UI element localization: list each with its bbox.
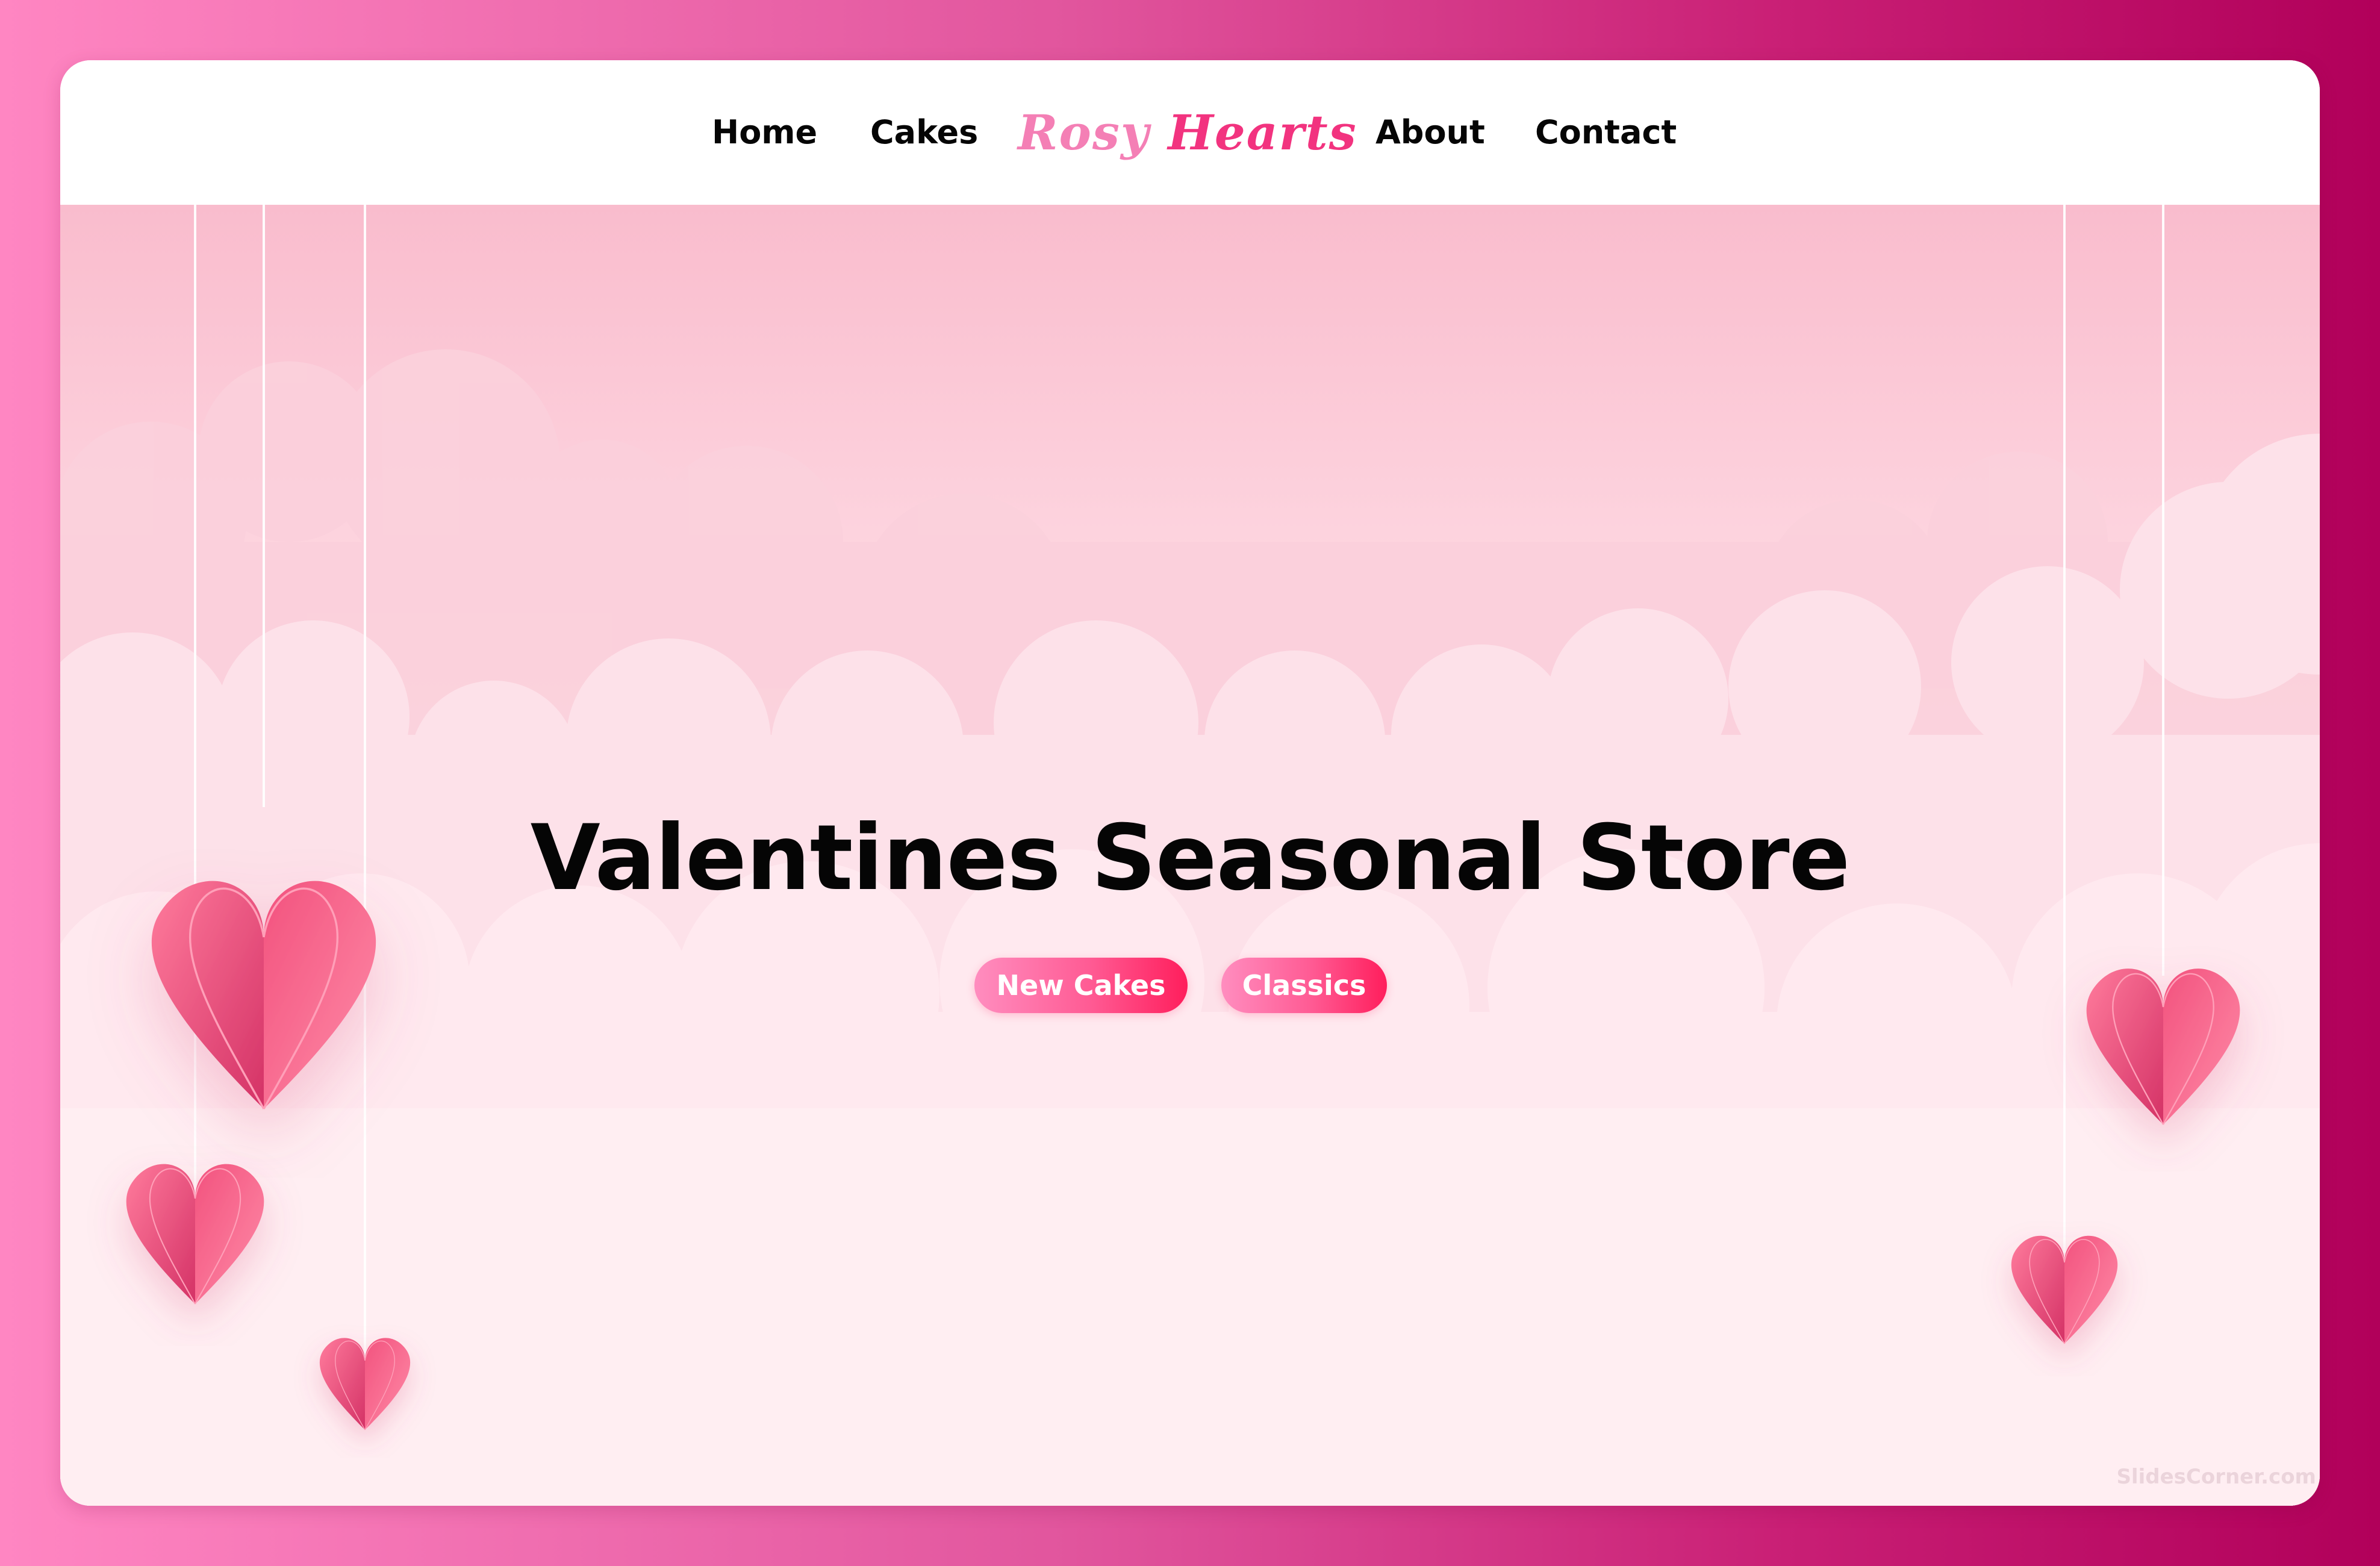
brand-word-rosy: Rosy: [1018, 104, 1150, 161]
nav-home-link[interactable]: Home: [712, 60, 817, 205]
hero-section: Valentines Seasonal Store New Cakes Clas…: [60, 205, 2320, 1506]
brand-logo[interactable]: Rosy Hearts: [1018, 60, 1357, 205]
nav-cakes-link[interactable]: Cakes: [870, 60, 978, 205]
nav-contact-link[interactable]: Contact: [1535, 60, 1677, 205]
new-cakes-button[interactable]: New Cakes: [974, 958, 1188, 1013]
page-frame: Home Cakes Rosy Hearts About Contact Val…: [60, 60, 2320, 1506]
watermark-text: SlidesCorner.com: [2116, 1465, 2316, 1489]
top-navigation: Home Cakes Rosy Hearts About Contact: [60, 60, 2320, 205]
hero-title: Valentines Seasonal Store: [530, 806, 1851, 911]
brand-word-hearts: Hearts: [1168, 104, 1357, 161]
classics-button[interactable]: Classics: [1221, 958, 1387, 1013]
nav-about-link[interactable]: About: [1375, 60, 1485, 205]
